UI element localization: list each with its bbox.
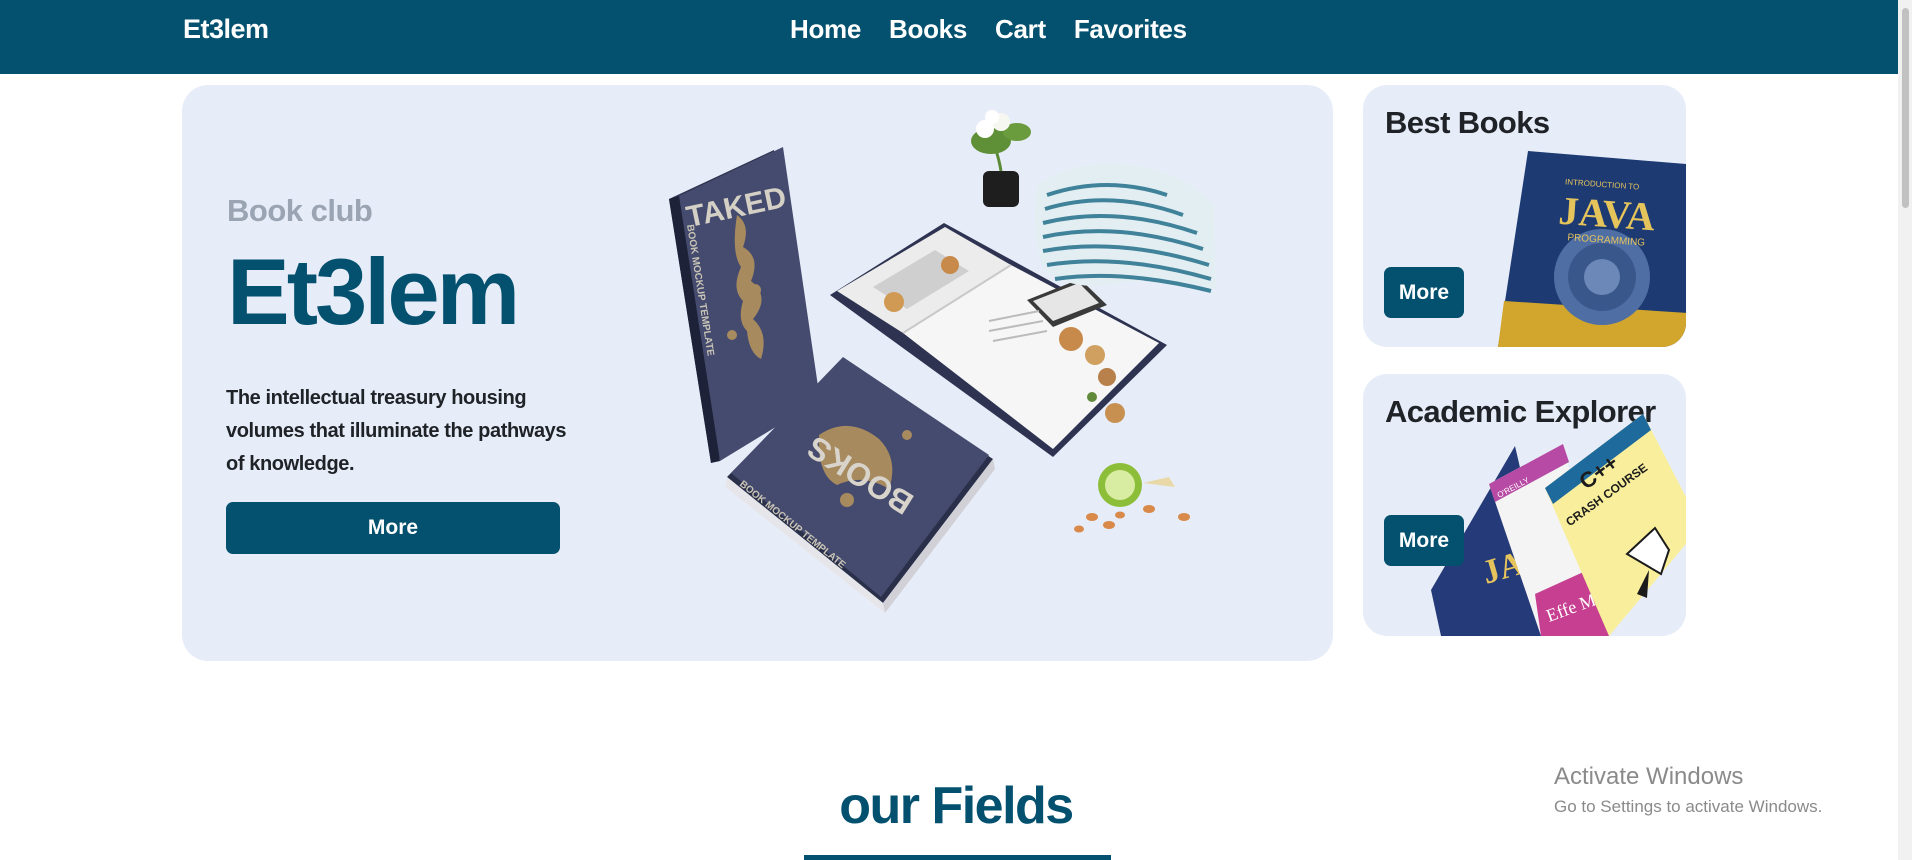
card-academic-explorer[interactable]: Academic Explorer More JA O'REILLY Effe … [1363, 374, 1686, 636]
best-books-more-button[interactable]: More [1384, 267, 1464, 318]
brand-logo[interactable]: Et3lem [183, 14, 269, 45]
nav-link-books[interactable]: Books [889, 14, 967, 45]
windows-watermark-title: Activate Windows [1554, 763, 1744, 790]
nav-link-favorites[interactable]: Favorites [1074, 14, 1187, 45]
nav-link-cart[interactable]: Cart [995, 14, 1046, 45]
academic-more-button[interactable]: More [1384, 515, 1464, 566]
scrollbar-thumb[interactable] [1902, 8, 1909, 208]
java-book-cover: INTRODUCTION TO JAVA PROGRAMMING [1498, 151, 1686, 347]
windows-watermark-subtitle: Go to Settings to activate Windows. [1554, 797, 1823, 816]
hero-more-button[interactable]: More [226, 502, 560, 554]
card-best-books[interactable]: Best Books More INTRODUCTION TO JAVA PRO… [1363, 85, 1686, 347]
hero-title: Et3lem [227, 239, 520, 344]
hero-banner: Book club Et3lem The intellectual treasu… [182, 85, 1333, 661]
java-cover-title: JAVA [1557, 188, 1656, 240]
card-title-best-books: Best Books [1385, 105, 1550, 140]
nav-link-home[interactable]: Home [790, 14, 861, 45]
nav-links: Home Books Cart Favorites [790, 14, 1187, 45]
books-illustration: BOOK MOCKUP TEMPLATE TAKED BOOKS BOOK MO… [669, 110, 1216, 613]
academic-books-stack: JA O'REILLY Effe Mod C++ CRASH COURSE [1431, 414, 1686, 636]
section-underline [804, 855, 1111, 860]
top-navbar: Et3lem Home Books Cart Favorites [0, 0, 1898, 74]
hero-description: The intellectual treasury housing volume… [226, 387, 567, 475]
hero-subtitle: Book club [227, 193, 373, 228]
